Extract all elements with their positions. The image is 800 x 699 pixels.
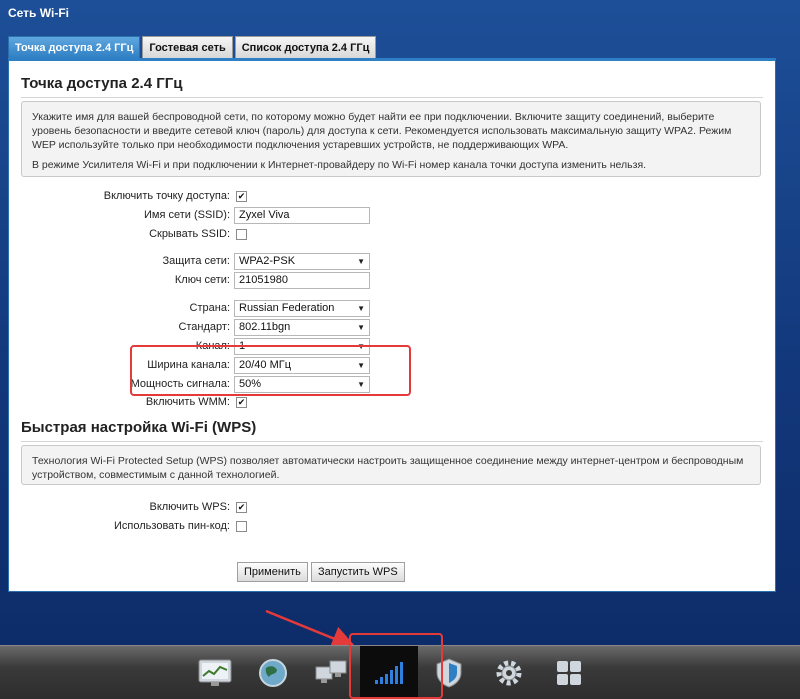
- taskbar-item-apps[interactable]: [540, 646, 598, 699]
- wmm-label: Включить WMM:: [145, 396, 230, 408]
- wmm-checkbox[interactable]: ✔: [236, 396, 247, 408]
- dropdown-arrow-icon: ▼: [357, 303, 365, 313]
- signal-power-label: Мощность сигнала:: [130, 378, 230, 390]
- row-wmm: Включить WMM: ✔: [9, 393, 569, 411]
- row-security: Защита сети: WPA2-PSK ▼: [9, 252, 569, 270]
- channel-width-value: 20/40 МГц: [239, 358, 292, 371]
- security-value: WPA2-PSK: [239, 254, 296, 267]
- row-network-key: Ключ сети: 21051980: [9, 271, 569, 289]
- channel-label: Канал:: [195, 340, 230, 352]
- apply-button[interactable]: Применить: [237, 562, 308, 582]
- enable-ap-label: Включить точку доступа:: [103, 190, 230, 202]
- tab-bar: Точка доступа 2.4 ГГц Гостевая сеть Спис…: [8, 36, 377, 58]
- row-ssid: Имя сети (SSID): Zyxel Viva: [9, 206, 569, 224]
- dropdown-arrow-icon: ▼: [357, 341, 365, 351]
- taskbar-item-system[interactable]: [480, 646, 538, 699]
- divider: [21, 441, 763, 442]
- section-title-wps: Быстрая настройка Wi-Fi (WPS): [21, 419, 257, 436]
- dropdown-arrow-icon: ▼: [357, 379, 365, 389]
- row-use-pin: Использовать пин-код:: [9, 517, 569, 535]
- divider: [21, 97, 763, 98]
- channel-width-select[interactable]: 20/40 МГц ▼: [234, 356, 370, 374]
- dropdown-arrow-icon: ▼: [357, 360, 365, 370]
- shield-icon: [436, 658, 462, 688]
- network-computers-icon: [315, 660, 347, 683]
- taskbar: [0, 645, 800, 699]
- taskbar-item-wifi[interactable]: [360, 646, 418, 699]
- taskbar-item-internet[interactable]: [244, 646, 302, 699]
- window-title: Сеть Wi-Fi: [8, 6, 69, 20]
- row-standard: Стандарт: 802.11bgn ▼: [9, 318, 569, 336]
- enable-wps-label: Включить WPS:: [149, 501, 230, 513]
- channel-value: 1: [239, 339, 246, 352]
- ssid-label: Имя сети (SSID):: [143, 209, 230, 221]
- row-hide-ssid: Скрывать SSID:: [9, 225, 569, 243]
- standard-select[interactable]: 802.11bgn ▼: [234, 318, 370, 336]
- settings-panel: Точка доступа 2.4 ГГц Укажите имя для ва…: [8, 58, 776, 592]
- enable-ap-checkbox[interactable]: ✔: [236, 190, 247, 202]
- apps-grid-icon: [557, 661, 581, 685]
- access-point-info-box: Укажите имя для вашей беспроводной сети,…: [21, 101, 761, 177]
- security-label: Защита сети:: [162, 255, 230, 267]
- taskbar-item-monitor[interactable]: [186, 646, 244, 699]
- row-channel: Канал: 1 ▼: [9, 337, 569, 355]
- taskbar-item-security[interactable]: [420, 646, 478, 699]
- network-key-label: Ключ сети:: [174, 274, 230, 286]
- channel-select[interactable]: 1 ▼: [234, 337, 370, 355]
- tab-access-point-2-4[interactable]: Точка доступа 2.4 ГГц: [8, 36, 141, 58]
- row-enable-wps: Включить WPS: ✔: [9, 498, 569, 516]
- channel-width-label: Ширина канала:: [147, 359, 230, 371]
- country-select[interactable]: Russian Federation ▼: [234, 299, 370, 317]
- hide-ssid-checkbox[interactable]: [236, 228, 247, 240]
- standard-label: Стандарт:: [178, 321, 230, 333]
- row-enable-ap: Включить точку доступа: ✔: [9, 187, 569, 205]
- standard-value: 802.11bgn: [239, 320, 291, 333]
- use-pin-label: Использовать пин-код:: [114, 520, 230, 532]
- monitor-chart-icon: [198, 659, 232, 686]
- signal-power-select[interactable]: 50% ▼: [234, 375, 370, 393]
- hide-ssid-label: Скрывать SSID:: [149, 228, 230, 240]
- gear-icon: [496, 660, 522, 686]
- row-signal-power: Мощность сигнала: 50% ▼: [9, 375, 569, 393]
- use-pin-checkbox[interactable]: [236, 520, 247, 532]
- wifi-signal-bars-icon: [375, 662, 403, 684]
- start-wps-button[interactable]: Запустить WPS: [311, 562, 405, 582]
- network-key-input[interactable]: 21051980: [234, 271, 370, 289]
- country-value: Russian Federation: [239, 301, 335, 314]
- info-text: Укажите имя для вашей беспроводной сети,…: [32, 111, 732, 151]
- signal-power-value: 50%: [239, 377, 262, 390]
- section-title-access-point: Точка доступа 2.4 ГГц: [21, 75, 183, 92]
- globe-icon: [259, 659, 287, 687]
- ssid-input[interactable]: Zyxel Viva: [234, 206, 370, 224]
- security-select[interactable]: WPA2-PSK ▼: [234, 252, 370, 270]
- taskbar-item-home-network[interactable]: [302, 646, 360, 699]
- row-channel-width: Ширина канала: 20/40 МГц ▼: [9, 356, 569, 374]
- enable-wps-checkbox[interactable]: ✔: [236, 501, 247, 513]
- dropdown-arrow-icon: ▼: [357, 322, 365, 332]
- country-label: Страна:: [189, 302, 230, 314]
- info-text: Технология Wi-Fi Protected Setup (WPS) п…: [32, 455, 744, 481]
- info-text: В режиме Усилителя Wi-Fi и при подключен…: [32, 159, 647, 171]
- row-country: Страна: Russian Federation ▼: [9, 299, 569, 317]
- wps-info-box: Технология Wi-Fi Protected Setup (WPS) п…: [21, 445, 761, 485]
- tab-access-list-2-4[interactable]: Список доступа 2.4 ГГц: [234, 36, 377, 58]
- tab-guest-network[interactable]: Гостевая сеть: [142, 36, 233, 58]
- dropdown-arrow-icon: ▼: [357, 256, 365, 266]
